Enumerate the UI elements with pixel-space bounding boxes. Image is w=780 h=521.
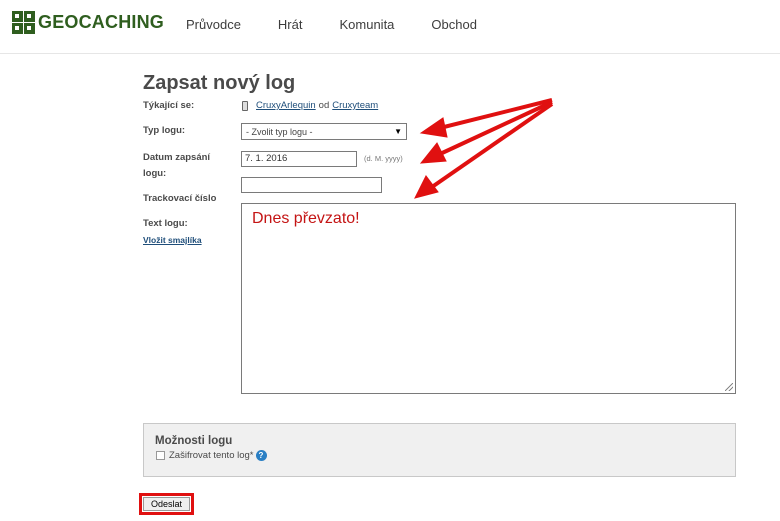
annotation-arrows: [414, 98, 554, 199]
